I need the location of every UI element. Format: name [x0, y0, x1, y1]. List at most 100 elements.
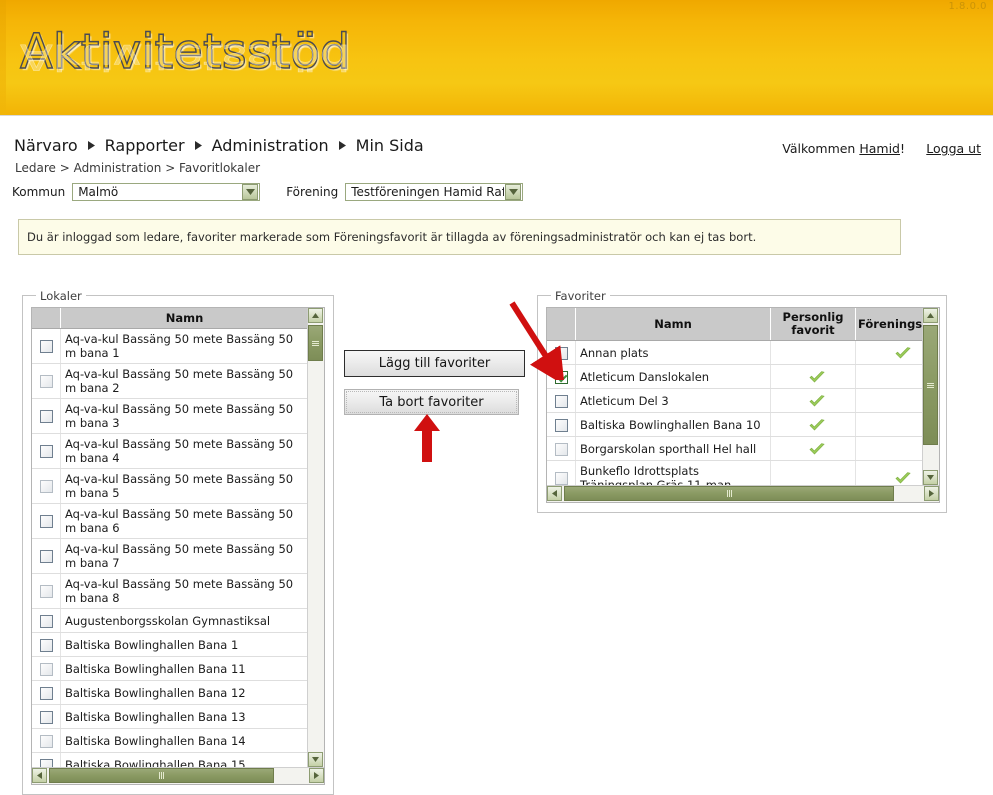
checkbox-icon[interactable] — [39, 550, 53, 563]
checkbox-icon[interactable] — [554, 346, 568, 360]
row-select-cell[interactable] — [547, 364, 576, 389]
banner-divider — [0, 115, 993, 116]
row-select-cell[interactable] — [32, 656, 61, 681]
checkbox-icon[interactable] — [39, 614, 53, 628]
chevron-down-icon[interactable] — [505, 184, 522, 200]
lokaler-vscroll-thumb[interactable] — [308, 325, 323, 361]
table-row[interactable]: Baltiska Bowlinghallen Bana 12 — [32, 680, 309, 705]
table-header-row: Namn Personlig favorit Föreningsfavor — [547, 308, 939, 341]
row-select-cell[interactable] — [32, 328, 61, 364]
scroll-right-icon[interactable] — [309, 768, 324, 783]
table-row[interactable]: Aq-va-kul Bassäng 50 mete Bassäng 50 m b… — [32, 538, 309, 574]
checkbox-icon[interactable] — [39, 375, 53, 388]
row-select-cell[interactable] — [32, 680, 61, 705]
table-row[interactable]: Baltiska Bowlinghallen Bana 11 — [32, 656, 309, 681]
lokaler-table: Namn Aq-va-kul Bassäng 50 mete Bassäng 5… — [32, 308, 309, 784]
checkbox-icon[interactable] — [39, 340, 53, 353]
lokal-name-cell: Baltiska Bowlinghallen Bana 13 — [60, 704, 309, 729]
favoriter-vscroll-thumb[interactable] — [923, 325, 938, 445]
checkbox-icon[interactable] — [39, 662, 53, 676]
lokaler-horizontal-scrollbar[interactable] — [32, 767, 324, 784]
table-row[interactable]: Baltiska Bowlinghallen Bana 10 — [547, 412, 939, 437]
table-row[interactable]: Aq-va-kul Bassäng 50 mete Bassäng 50 m b… — [32, 468, 309, 504]
checkbox-icon[interactable] — [39, 410, 53, 423]
scroll-left-icon[interactable] — [32, 768, 47, 783]
row-select-cell[interactable] — [547, 388, 576, 413]
row-select-cell[interactable] — [32, 468, 61, 504]
row-select-cell[interactable] — [32, 573, 61, 609]
scroll-up-icon[interactable] — [308, 308, 323, 323]
table-row[interactable]: Aq-va-kul Bassäng 50 mete Bassäng 50 m b… — [32, 433, 309, 469]
row-select-cell[interactable] — [32, 608, 61, 633]
personal-favorite-cell — [770, 388, 856, 413]
lokaler-vertical-scrollbar[interactable] — [307, 308, 324, 767]
checkbox-icon[interactable] — [554, 394, 568, 408]
checkbox-icon[interactable] — [39, 734, 53, 748]
checkbox-icon[interactable] — [39, 445, 53, 458]
table-row[interactable]: Baltiska Bowlinghallen Bana 13 — [32, 704, 309, 729]
row-select-cell[interactable] — [32, 363, 61, 399]
checkbox-icon[interactable] — [39, 638, 53, 652]
checkbox-icon[interactable] — [39, 480, 53, 493]
nav-item-administration[interactable]: Administration — [212, 136, 329, 155]
scroll-down-icon[interactable] — [923, 470, 938, 485]
checkbox-icon[interactable] — [554, 472, 568, 485]
lokal-name-cell: Baltiska Bowlinghallen Bana 1 — [60, 632, 309, 657]
row-select-cell[interactable] — [547, 340, 576, 365]
table-row[interactable]: Augustenborgsskolan Gymnastiksal — [32, 608, 309, 633]
table-row[interactable]: Annan plats — [547, 340, 939, 365]
scroll-up-icon[interactable] — [923, 308, 938, 323]
nav-item-rapporter[interactable]: Rapporter — [105, 136, 185, 155]
table-row[interactable]: Atleticum Danslokalen — [547, 364, 939, 389]
add-favorites-button[interactable]: Lägg till favoriter — [344, 350, 525, 377]
welcome-message: Välkommen Hamid! — [782, 141, 905, 156]
banner-left-edge — [0, 0, 6, 116]
lokal-name-cell: Baltiska Bowlinghallen Bana 12 — [60, 680, 309, 705]
row-select-cell[interactable] — [32, 538, 61, 574]
table-row[interactable]: Baltiska Bowlinghallen Bana 1 — [32, 632, 309, 657]
checkbox-icon[interactable] — [39, 710, 53, 724]
checkbox-icon[interactable] — [39, 585, 53, 598]
table-row[interactable]: Atleticum Del 3 — [547, 388, 939, 413]
welcome-username[interactable]: Hamid — [859, 141, 900, 156]
favoriter-vertical-scrollbar[interactable] — [922, 308, 939, 485]
table-row[interactable]: Aq-va-kul Bassäng 50 mete Bassäng 50 m b… — [32, 573, 309, 609]
favoriter-horizontal-scrollbar[interactable] — [547, 485, 939, 502]
lokal-name-cell: Aq-va-kul Bassäng 50 mete Bassäng 50 m b… — [60, 538, 309, 574]
chevron-down-icon[interactable] — [242, 184, 259, 200]
nav-item-narvaro[interactable]: Närvaro — [14, 136, 78, 155]
table-row[interactable]: Aq-va-kul Bassäng 50 mete Bassäng 50 m b… — [32, 398, 309, 434]
table-row[interactable]: Aq-va-kul Bassäng 50 mete Bassäng 50 m b… — [32, 503, 309, 539]
logout-link[interactable]: Logga ut — [926, 141, 981, 156]
scroll-right-icon[interactable] — [924, 486, 939, 501]
forening-select[interactable]: Testföreningen Hamid Rafi — [345, 183, 524, 201]
checkbox-checked-icon[interactable] — [554, 370, 568, 384]
table-row[interactable]: Aq-va-kul Bassäng 50 mete Bassäng 50 m b… — [32, 363, 309, 399]
lokaler-hscroll-thumb[interactable] — [49, 768, 274, 783]
scroll-left-icon[interactable] — [547, 486, 562, 501]
row-select-cell[interactable] — [32, 433, 61, 469]
kommun-select[interactable]: Malmö — [72, 183, 261, 201]
version-label: 1.8.0.0 — [948, 1, 987, 12]
table-row[interactable]: Baltiska Bowlinghallen Bana 14 — [32, 728, 309, 753]
lokal-name-cell: Aq-va-kul Bassäng 50 mete Bassäng 50 m b… — [60, 573, 309, 609]
scroll-down-icon[interactable] — [308, 752, 323, 767]
checkbox-icon[interactable] — [554, 418, 568, 432]
remove-favorites-button[interactable]: Ta bort favoriter — [344, 389, 519, 415]
table-row[interactable]: Aq-va-kul Bassäng 50 mete Bassäng 50 m b… — [32, 328, 309, 364]
favoriter-hscroll-thumb[interactable] — [564, 486, 894, 501]
lokal-name-cell: Baltiska Bowlinghallen Bana 11 — [60, 656, 309, 681]
row-select-cell[interactable] — [547, 412, 576, 437]
checkbox-icon[interactable] — [39, 686, 53, 700]
table-row[interactable]: Borgarskolan sporthall Hel hall — [547, 436, 939, 461]
checkbox-icon[interactable] — [554, 442, 568, 456]
row-select-cell[interactable] — [32, 398, 61, 434]
checkbox-icon[interactable] — [39, 515, 53, 528]
row-select-cell[interactable] — [547, 436, 576, 461]
row-select-cell[interactable] — [32, 632, 61, 657]
row-select-cell[interactable] — [32, 728, 61, 753]
nav-item-min-sida[interactable]: Min Sida — [356, 136, 424, 155]
row-select-cell[interactable] — [32, 704, 61, 729]
lokaler-panel: Lokaler Namn Aq-va-kul Bassäng 50 mete B… — [22, 289, 334, 795]
row-select-cell[interactable] — [32, 503, 61, 539]
